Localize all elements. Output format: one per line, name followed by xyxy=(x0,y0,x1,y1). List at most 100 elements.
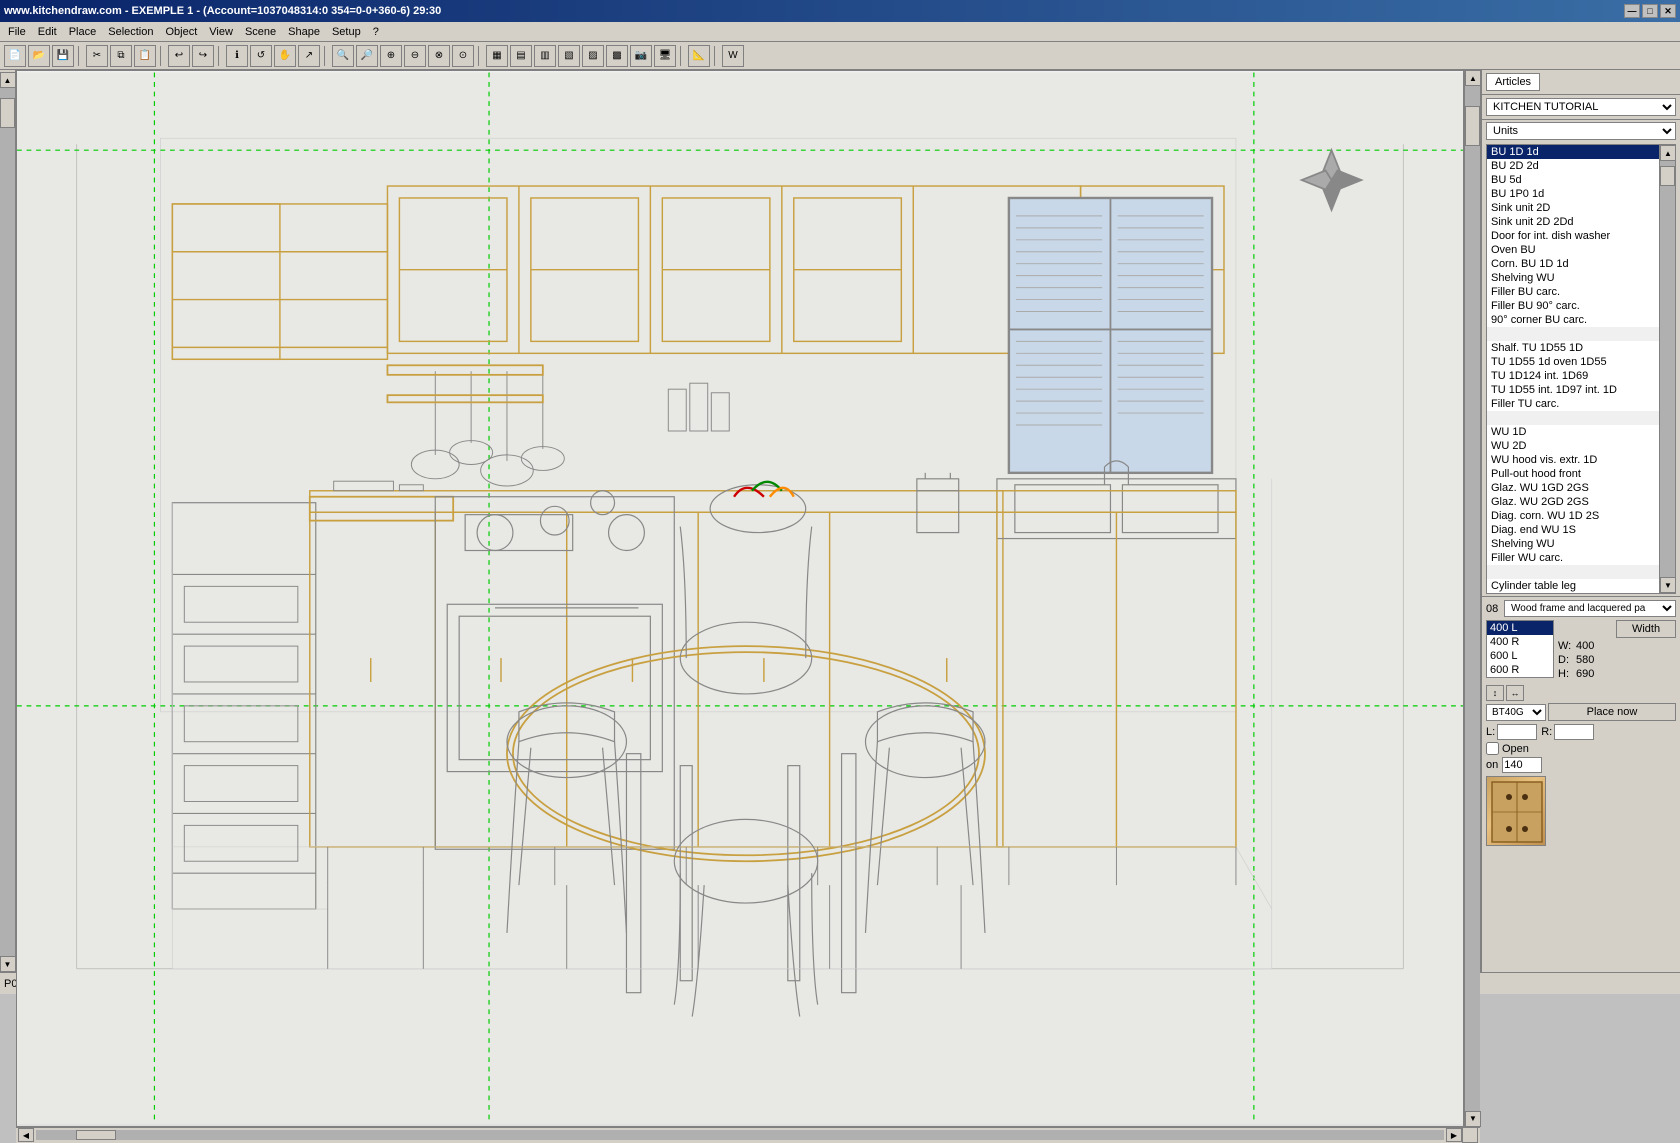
list-item-27[interactable]: Diag. end WU 1S xyxy=(1487,523,1659,537)
list-item-1[interactable]: BU 2D 2d xyxy=(1487,159,1659,173)
list-item-8[interactable]: Corn. BU 1D 1d xyxy=(1487,257,1659,271)
list-item-20[interactable]: WU 1D xyxy=(1487,425,1659,439)
canvas-vertical-scrollbar[interactable]: ▲ ▼ xyxy=(1464,70,1480,1127)
scroll-down-arrow[interactable]: ▼ xyxy=(1465,1111,1481,1127)
menu-selection[interactable]: Selection xyxy=(102,24,159,40)
list-item-9[interactable]: Shelving WU xyxy=(1487,271,1659,285)
toolbar-zoom2[interactable]: ⊖ xyxy=(404,45,426,67)
icon-btn-2[interactable]: ↔ xyxy=(1506,685,1524,701)
units-select[interactable]: Units xyxy=(1486,122,1676,140)
menu-setup[interactable]: Setup xyxy=(326,24,367,40)
list-item-22[interactable]: WU hood vis. extr. 1D xyxy=(1487,453,1659,467)
toolbar-open[interactable]: 📂 xyxy=(28,45,50,67)
left-nav-down[interactable]: ▼ xyxy=(0,956,16,972)
canvas-area[interactable] xyxy=(16,70,1464,1127)
toolbar-arrow[interactable]: ↗ xyxy=(298,45,320,67)
list-scrollbar[interactable]: ▲ ▼ xyxy=(1659,145,1675,593)
toolbar-cut[interactable]: ✂ xyxy=(86,45,108,67)
size-item-400l[interactable]: 400 L xyxy=(1487,621,1553,635)
list-scroll-down[interactable]: ▼ xyxy=(1660,577,1676,593)
l-input[interactable] xyxy=(1497,724,1537,740)
scroll-left-arrow[interactable]: ◀ xyxy=(18,1128,34,1142)
size-item-600l[interactable]: 600 L xyxy=(1487,649,1553,663)
toolbar-zoom-in[interactable]: 🔎 xyxy=(356,45,378,67)
articles-tab[interactable]: Articles xyxy=(1486,73,1540,91)
list-scroll-thumb[interactable] xyxy=(1660,166,1675,186)
toolbar-new[interactable]: 📄 xyxy=(4,45,26,67)
menu-edit[interactable]: Edit xyxy=(32,24,63,40)
canvas-horizontal-scrollbar[interactable]: ◀ ▶ xyxy=(16,1127,1480,1143)
category-select[interactable]: KITCHEN TUTORIAL xyxy=(1486,98,1676,116)
list-item-26[interactable]: Diag. corn. WU 1D 2S xyxy=(1487,509,1659,523)
menu-object[interactable]: Object xyxy=(160,24,204,40)
on-input[interactable] xyxy=(1502,757,1542,773)
toolbar-zoom4[interactable]: ⊙ xyxy=(452,45,474,67)
toolbar-save[interactable]: 💾 xyxy=(52,45,74,67)
toolbar-pan[interactable]: ✋ xyxy=(274,45,296,67)
menu-file[interactable]: File xyxy=(2,24,32,40)
list-item-5[interactable]: Sink unit 2D 2Dd xyxy=(1487,215,1659,229)
list-item-3[interactable]: BU 1P0 1d xyxy=(1487,187,1659,201)
list-item-21[interactable]: WU 2D xyxy=(1487,439,1659,453)
finish-select[interactable]: BT40G xyxy=(1486,704,1546,721)
scroll-track[interactable] xyxy=(1465,86,1480,1111)
toolbar-cam[interactable]: 📷 xyxy=(630,45,652,67)
list-item-17[interactable]: TU 1D55 int. 1D97 int. 1D xyxy=(1487,383,1659,397)
toolbar-copy[interactable]: ⧉ xyxy=(110,45,132,67)
scroll-right-arrow[interactable]: ▶ xyxy=(1446,1128,1462,1142)
list-item-4[interactable]: Sink unit 2D xyxy=(1487,201,1659,215)
toolbar-info[interactable]: ℹ xyxy=(226,45,248,67)
list-item-18[interactable]: Filler TU carc. xyxy=(1487,397,1659,411)
toolbar-redo[interactable]: ↪ xyxy=(192,45,214,67)
toolbar-view2[interactable]: ▤ xyxy=(510,45,532,67)
list-item-12[interactable]: 90° corner BU carc. xyxy=(1487,313,1659,327)
place-now-button[interactable]: Place now xyxy=(1548,703,1676,721)
list-item-28[interactable]: Shelving WU xyxy=(1487,537,1659,551)
size-item-600r[interactable]: 600 R xyxy=(1487,663,1553,677)
size-item-400r[interactable]: 400 R xyxy=(1487,635,1553,649)
toolbar-orbit[interactable]: ↺ xyxy=(250,45,272,67)
open-checkbox[interactable] xyxy=(1486,742,1499,755)
list-item-11[interactable]: Filler BU 90° carc. xyxy=(1487,299,1659,313)
maximize-button[interactable]: □ xyxy=(1642,4,1658,18)
menu-place[interactable]: Place xyxy=(63,24,103,40)
list-item-14[interactable]: Shalf. TU 1D55 1D xyxy=(1487,341,1659,355)
list-item-7[interactable]: Oven BU xyxy=(1487,243,1659,257)
h-scroll-track[interactable] xyxy=(36,1130,1444,1140)
menu-scene[interactable]: Scene xyxy=(239,24,282,40)
toolbar-zoom-out[interactable]: 🔍 xyxy=(332,45,354,67)
list-item-31[interactable]: Cylinder table leg xyxy=(1487,579,1659,593)
toolbar-view5[interactable]: ▨ xyxy=(582,45,604,67)
material-select[interactable]: Wood frame and lacquered pa xyxy=(1504,600,1676,617)
left-nav-up[interactable]: ▲ xyxy=(0,72,16,88)
list-item-2[interactable]: BU 5d xyxy=(1487,173,1659,187)
menu-shape[interactable]: Shape xyxy=(282,24,326,40)
toolbar-undo[interactable]: ↩ xyxy=(168,45,190,67)
list-item-16[interactable]: TU 1D124 int. 1D69 xyxy=(1487,369,1659,383)
toolbar-zoom1[interactable]: ⊕ xyxy=(380,45,402,67)
list-item-24[interactable]: Glaz. WU 1GD 2GS xyxy=(1487,481,1659,495)
width-button[interactable]: Width xyxy=(1616,620,1676,638)
scroll-thumb[interactable] xyxy=(1465,106,1480,146)
menu-view[interactable]: View xyxy=(203,24,239,40)
r-input[interactable] xyxy=(1554,724,1594,740)
toolbar-render[interactable]: 🖥 xyxy=(654,45,676,67)
close-button[interactable]: ✕ xyxy=(1660,4,1676,18)
menu-?[interactable]: ? xyxy=(367,24,385,40)
h-scroll-thumb[interactable] xyxy=(76,1130,116,1140)
toolbar-w1[interactable]: W xyxy=(722,45,744,67)
list-item-25[interactable]: Glaz. WU 2GD 2GS xyxy=(1487,495,1659,509)
list-scroll-up[interactable]: ▲ xyxy=(1660,145,1676,161)
toolbar-view1[interactable]: ▦ xyxy=(486,45,508,67)
list-item-15[interactable]: TU 1D55 1d oven 1D55 xyxy=(1487,355,1659,369)
toolbar-measure[interactable]: 📐 xyxy=(688,45,710,67)
toolbar-paste[interactable]: 📋 xyxy=(134,45,156,67)
list-item-0[interactable]: BU 1D 1d xyxy=(1487,145,1659,159)
toolbar-view4[interactable]: ▧ xyxy=(558,45,580,67)
list-item-10[interactable]: Filler BU carc. xyxy=(1487,285,1659,299)
toolbar-zoom3[interactable]: ⊗ xyxy=(428,45,450,67)
list-item-29[interactable]: Filler WU carc. xyxy=(1487,551,1659,565)
list-item-6[interactable]: Door for int. dish washer xyxy=(1487,229,1659,243)
icon-btn-1[interactable]: ↕ xyxy=(1486,685,1504,701)
toolbar-view3[interactable]: ▥ xyxy=(534,45,556,67)
